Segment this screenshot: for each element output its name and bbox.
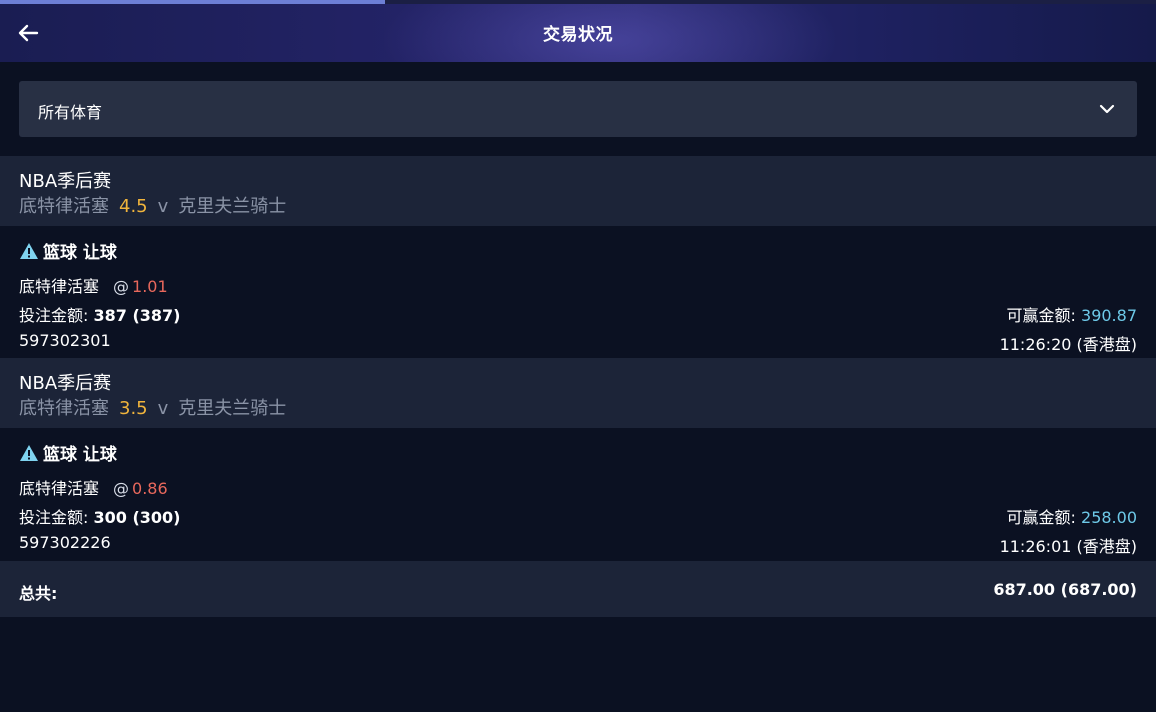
league-name: NBA季后赛	[19, 171, 112, 192]
bet-reference: 597302226	[19, 533, 111, 552]
win-label: 可赢金额:	[1006, 306, 1076, 325]
bet-type-label: 篮球 让球	[43, 243, 117, 263]
loading-progress-track	[385, 0, 1156, 4]
sport-filter-value: 所有体育	[38, 103, 103, 122]
home-team: 底特律活塞	[19, 398, 109, 419]
bet-reference: 597302301	[19, 331, 111, 350]
bet-time: 11:26:01 (香港盘)	[999, 537, 1137, 556]
selection-team: 底特律活塞	[19, 479, 100, 498]
bet-selection: 底特律活塞 @0.86	[19, 475, 168, 499]
match-teams: 底特律活塞 4.5 v 克里夫兰骑士	[19, 192, 286, 218]
bet-slip-item: 篮球 让球 底特律活塞 @1.01 投注金额: 387 (387) 可赢金额: 3…	[0, 226, 1156, 359]
potential-win: 可赢金额: 258.00	[1007, 504, 1137, 528]
away-team: 克里夫兰骑士	[178, 196, 287, 217]
stake-amount: 投注金额: 387 (387)	[19, 302, 181, 326]
stake-label: 投注金额:	[19, 306, 89, 325]
versus-label: v	[157, 398, 169, 419]
home-team: 底特律活塞	[19, 196, 109, 217]
handicap-line: 3.5	[119, 398, 148, 419]
away-team: 克里夫兰骑士	[178, 398, 287, 419]
bet-type: 篮球 让球	[19, 440, 117, 465]
match-header: NBA季后赛 底特律活塞 3.5 v 克里夫兰骑士	[0, 358, 1156, 428]
league-name: NBA季后赛	[19, 373, 112, 394]
loading-progress-bar	[0, 0, 385, 4]
bet-selection: 底特律活塞 @1.01	[19, 273, 168, 297]
warning-icon	[20, 242, 38, 259]
potential-win: 可赢金额: 390.87	[1007, 302, 1137, 326]
at-symbol: @	[113, 277, 130, 296]
sport-filter-dropdown[interactable]: 所有体育	[19, 81, 1137, 137]
match-teams: 底特律活塞 3.5 v 克里夫兰骑士	[19, 394, 286, 420]
win-label: 可赢金额:	[1006, 508, 1076, 527]
odds-value: 1.01	[132, 277, 168, 296]
stake-amount: 投注金额: 300 (300)	[19, 504, 181, 528]
stake-value: 300 (300)	[93, 508, 181, 527]
selection-team: 底特律活塞	[19, 277, 100, 296]
bet-time: 11:26:20 (香港盘)	[999, 335, 1137, 354]
win-value: 258.00	[1081, 508, 1137, 527]
handicap-line: 4.5	[119, 196, 148, 217]
match-header: NBA季后赛 底特律活塞 4.5 v 克里夫兰骑士	[0, 156, 1156, 226]
total-row: 总共: 687.00 (687.00)	[0, 561, 1156, 617]
bet-type: 篮球 让球	[19, 238, 117, 263]
chevron-down-icon	[1099, 104, 1115, 114]
stake-label: 投注金额:	[19, 508, 89, 527]
stake-value: 387 (387)	[93, 306, 181, 325]
top-bar: 交易状况	[0, 0, 1156, 62]
warning-icon	[20, 444, 38, 461]
bet-slip-item: 篮球 让球 底特律活塞 @0.86 投注金额: 300 (300) 可赢金额: 2…	[0, 428, 1156, 561]
total-label: 总共:	[19, 584, 58, 603]
odds-value: 0.86	[132, 479, 168, 498]
page-title: 交易状况	[543, 25, 613, 45]
versus-label: v	[157, 196, 169, 217]
bet-type-label: 篮球 让球	[43, 445, 117, 465]
total-value: 687.00 (687.00)	[993, 580, 1137, 599]
win-value: 390.87	[1081, 306, 1137, 325]
at-symbol: @	[113, 479, 130, 498]
